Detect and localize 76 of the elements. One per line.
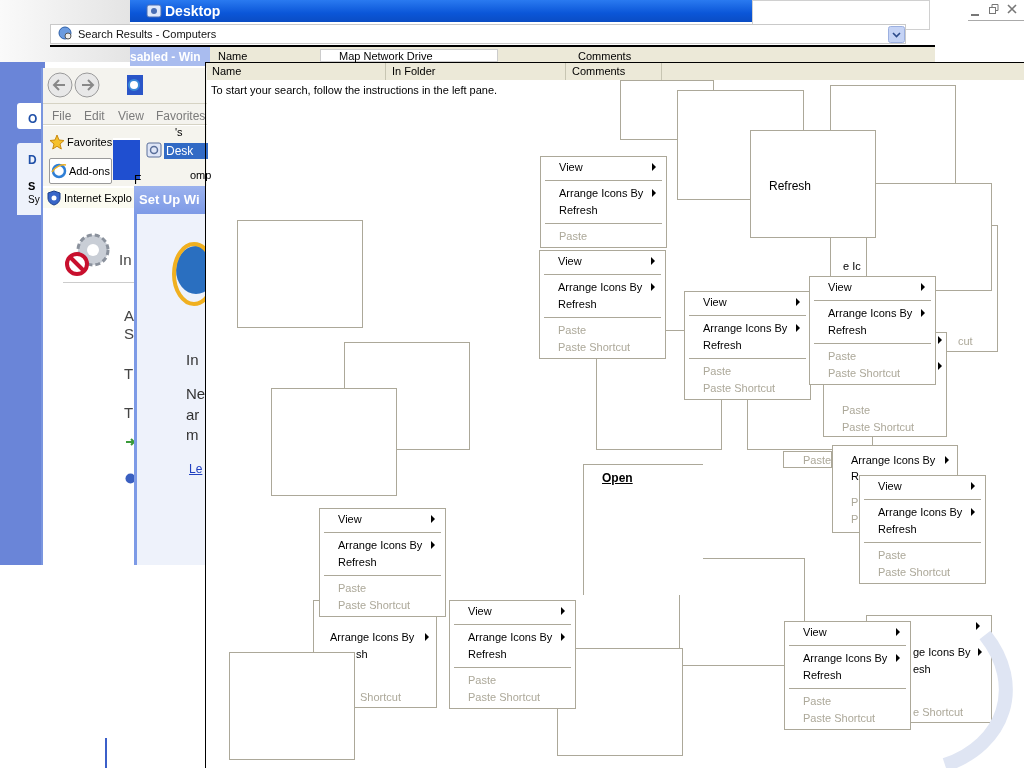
menu-item[interactable]: Arrange Icons By: [860, 504, 985, 521]
address-field[interactable]: Search Results - Computers: [50, 24, 906, 44]
menu-item[interactable]: Arrange Icons By: [320, 537, 445, 554]
menu-item[interactable]: View: [810, 279, 935, 296]
favorites-link[interactable]: Favorites: [48, 132, 114, 152]
menu-item[interactable]: Arrange Icons By: [450, 629, 575, 646]
submenu-arrow-icon: [976, 622, 980, 630]
menu-item[interactable]: Arrange Icons By: [540, 279, 665, 296]
instruction-text: To start your search, follow the instructions in the left pane.: [211, 83, 498, 98]
browser-icon: [51, 163, 67, 179]
menu-item[interactable]: Refresh: [860, 521, 985, 538]
text-fragment: In: [186, 350, 199, 370]
browser-icon[interactable]: [127, 75, 143, 95]
card-text: Sy: [28, 193, 40, 207]
menu-bar-item[interactable]: File: [52, 107, 72, 125]
menu-item[interactable]: Open: [602, 469, 633, 487]
back-button[interactable]: [47, 72, 73, 98]
favorites-link[interactable]: Add-ons: [49, 158, 112, 184]
text-fragment: m: [186, 425, 199, 445]
menu-item[interactable]: Refresh: [769, 177, 812, 195]
document-icon: [146, 142, 162, 158]
close-icon[interactable]: [1006, 3, 1018, 15]
search-icon: [58, 26, 74, 42]
dialog-title: Set Up Wi: [139, 191, 200, 210]
menu-item[interactable]: Refresh: [685, 337, 810, 354]
address-text: Search Results - Computers: [78, 26, 218, 42]
card-title: O: [28, 111, 38, 128]
arrow-icon: [126, 438, 136, 446]
favorites-link[interactable]: Internet Explo: [43, 188, 134, 208]
text-fragment: T: [124, 364, 134, 384]
menu-item[interactable]: ge Icons By: [913, 644, 973, 661]
menu-item[interactable]: Refresh: [541, 202, 666, 219]
menu-item[interactable]: Refresh: [450, 646, 575, 663]
column-header[interactable]: In Folder: [386, 63, 566, 80]
menu-item[interactable]: esh: [913, 661, 931, 678]
menu-item[interactable]: e Ic: [843, 258, 861, 275]
menu-item[interactable]: View: [450, 603, 575, 620]
menu-bar-item[interactable]: Edit: [84, 107, 105, 125]
column-header[interactable]: Comments: [578, 48, 632, 65]
menu-item[interactable]: Arrange Icons By: [810, 305, 935, 322]
menu-item[interactable]: Refresh: [810, 322, 935, 339]
text-fragment: ar: [186, 405, 200, 425]
card-text: S: [28, 179, 36, 194]
menu-item[interactable]: View: [540, 253, 665, 270]
window-title: sabled - Win: [130, 48, 201, 66]
menu-item[interactable]: Refresh: [540, 296, 665, 313]
menu-item[interactable]: Arrange Icons By: [330, 629, 417, 646]
text-fragment: Ne: [186, 384, 206, 404]
star-icon: [49, 134, 65, 150]
menu-item[interactable]: Refresh: [320, 554, 445, 571]
menu-item[interactable]: R: [851, 468, 859, 485]
menu-bar-item[interactable]: Favorites: [156, 107, 206, 125]
shield-icon: [46, 190, 62, 206]
column-header[interactable]: Map Network Drive: [320, 49, 498, 62]
text-fragment: T: [124, 403, 134, 423]
dropdown-button[interactable]: [888, 25, 905, 43]
menu-item[interactable]: Arrange Icons By: [685, 320, 810, 337]
menu-item[interactable]: Arrange Icons By: [541, 185, 666, 202]
text-fragment: A: [124, 306, 134, 326]
heading-text: In: [119, 250, 132, 270]
menu-bar-item[interactable]: View: [118, 107, 144, 125]
menu-item[interactable]: View: [860, 478, 985, 495]
menu-item[interactable]: sh: [356, 646, 368, 663]
menu-item[interactable]: View: [320, 511, 445, 528]
text-fragment: 's: [175, 125, 183, 140]
column-header[interactable]: Name: [218, 48, 248, 65]
menu-item[interactable]: View: [541, 159, 666, 176]
text-fragment: S: [124, 324, 134, 344]
link[interactable]: Le: [189, 460, 203, 478]
forward-button[interactable]: [74, 72, 100, 98]
window-title: Desktop: [165, 1, 221, 21]
menu-item[interactable]: View: [685, 294, 810, 311]
card-title: D: [28, 152, 37, 169]
menu-item[interactable]: Arrange Icons By: [851, 452, 938, 469]
restore-icon[interactable]: [988, 3, 1000, 15]
desktop-icon-label[interactable]: Desk: [164, 143, 208, 159]
